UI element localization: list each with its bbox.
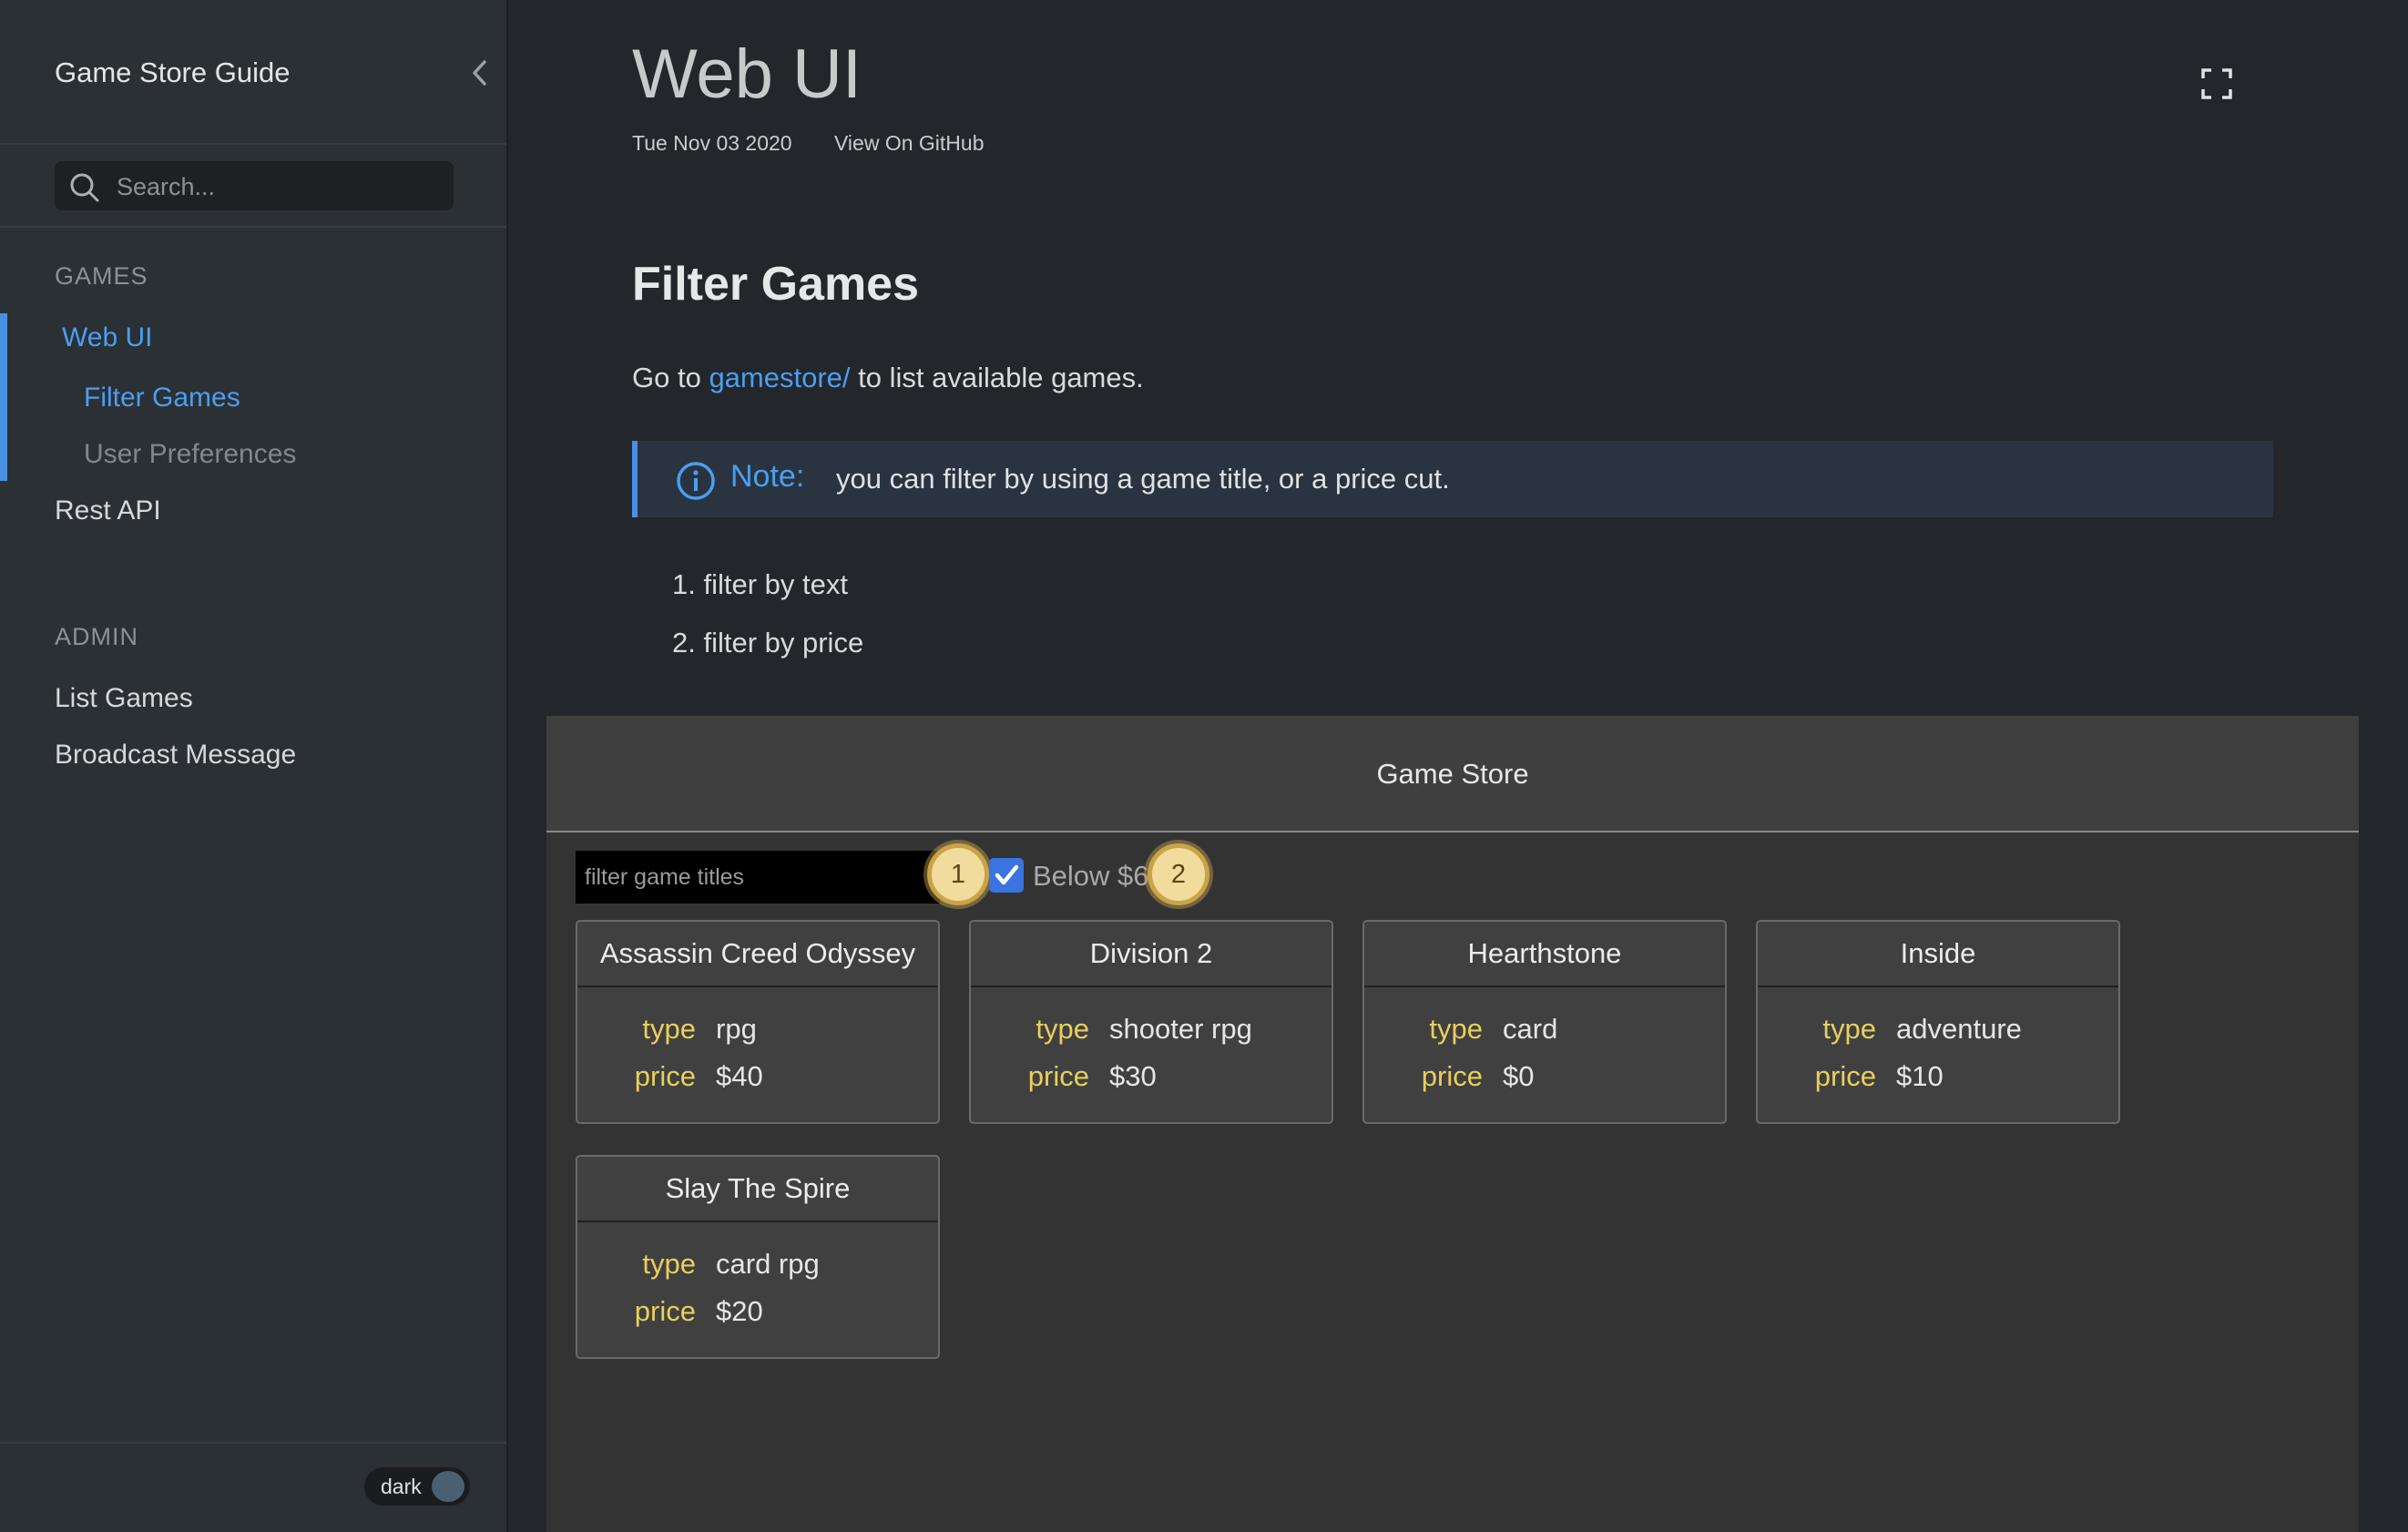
game-card[interactable]: Inside type adventure price $10 xyxy=(1756,920,2120,1124)
type-key: type xyxy=(642,1013,696,1045)
game-price: $20 xyxy=(716,1295,763,1327)
search-box xyxy=(55,161,454,212)
note-label: Note: xyxy=(730,459,805,494)
search-icon xyxy=(70,173,99,202)
game-title: Inside xyxy=(1758,922,2118,987)
game-price: $0 xyxy=(1503,1060,1535,1092)
sidebar-item-user-preferences[interactable]: User Preferences xyxy=(84,439,296,470)
price-key: price xyxy=(1421,1060,1483,1092)
filter-titles-input[interactable] xyxy=(576,851,940,904)
sidebar-item-filter-games[interactable]: Filter Games xyxy=(84,383,240,414)
app-title: Game Store xyxy=(1376,758,1529,790)
gamestore-link[interactable]: gamestore/ xyxy=(709,362,850,393)
list-item: 2. filter by price xyxy=(672,627,864,659)
sidebar-item-list-games[interactable]: List Games xyxy=(55,683,193,714)
game-card[interactable]: Hearthstone type card price $0 xyxy=(1362,920,1727,1124)
para-suffix: to list available games. xyxy=(850,362,1144,393)
type-key: type xyxy=(1036,1013,1089,1045)
price-key: price xyxy=(1027,1060,1089,1092)
section-heading: Filter Games xyxy=(632,258,920,311)
game-card[interactable]: Slay The Spire type card rpg price $20 xyxy=(576,1155,940,1359)
price-key: price xyxy=(634,1060,696,1092)
game-store-app: Game Store 1 Below $6 2 Assassin Creed O… xyxy=(546,716,2359,1532)
site-title[interactable]: Game Store Guide xyxy=(55,56,290,89)
game-type: adventure xyxy=(1896,1013,2022,1045)
sidebar-search-area xyxy=(0,145,506,228)
sidebar-item-web-ui[interactable]: Web UI xyxy=(62,322,152,353)
theme-toggle[interactable]: dark xyxy=(364,1467,470,1506)
game-price: $30 xyxy=(1109,1060,1157,1092)
sidebar-item-broadcast-message[interactable]: Broadcast Message xyxy=(55,740,296,771)
game-type: shooter rpg xyxy=(1109,1013,1252,1045)
intro-paragraph: Go to gamestore/ to list available games… xyxy=(632,362,1144,394)
checkmark-icon xyxy=(995,864,1019,885)
para-prefix: Go to xyxy=(632,362,709,393)
theme-toggle-label: dark xyxy=(381,1475,422,1498)
game-card[interactable]: Assassin Creed Odyssey type rpg price $4… xyxy=(576,920,940,1124)
type-key: type xyxy=(1822,1013,1876,1045)
type-key: type xyxy=(1429,1013,1483,1045)
game-title: Slay The Spire xyxy=(577,1157,938,1222)
note-text: you can filter by using a game title, or… xyxy=(836,463,1450,495)
game-price: $40 xyxy=(716,1060,763,1092)
toggle-knob xyxy=(432,1471,464,1502)
note-callout: Note: you can filter by using a game tit… xyxy=(632,441,2273,517)
sidebar-header: Game Store Guide xyxy=(0,0,506,145)
sidebar-footer: dark xyxy=(0,1442,506,1532)
step-badge-2: 2 xyxy=(1148,843,1209,905)
game-title: Assassin Creed Odyssey xyxy=(577,922,938,987)
below-price-label: Below $6 xyxy=(1033,860,1149,892)
active-section-indicator xyxy=(0,313,7,481)
page-date: Tue Nov 03 2020 xyxy=(632,131,792,155)
price-key: price xyxy=(1814,1060,1876,1092)
sidebar: Game Store Guide GAMES Web UI Filter Gam… xyxy=(0,0,508,1532)
fullscreen-icon[interactable] xyxy=(2200,67,2233,100)
game-type: rpg xyxy=(716,1013,757,1045)
game-price: $10 xyxy=(1896,1060,1944,1092)
game-title: Hearthstone xyxy=(1364,922,1725,987)
section-label-games: GAMES xyxy=(55,262,148,290)
step-badge-1: 1 xyxy=(927,843,989,905)
page-title: Web UI xyxy=(632,36,862,113)
game-title: Division 2 xyxy=(971,922,1332,987)
section-label-admin: ADMIN xyxy=(55,623,138,650)
sidebar-item-rest-api[interactable]: Rest API xyxy=(55,495,161,526)
github-link[interactable]: View On GitHub xyxy=(834,131,984,156)
info-icon xyxy=(677,462,715,500)
price-key: price xyxy=(634,1295,696,1327)
game-card[interactable]: Division 2 type shooter rpg price $30 xyxy=(969,920,1333,1124)
chevron-left-icon[interactable] xyxy=(466,56,494,89)
game-type: card rpg xyxy=(716,1248,820,1280)
app-header: Game Store xyxy=(546,716,2359,832)
game-type: card xyxy=(1503,1013,1558,1045)
type-key: type xyxy=(642,1248,696,1280)
list-item: 1. filter by text xyxy=(672,568,848,600)
search-input[interactable] xyxy=(115,161,446,212)
below-price-checkbox[interactable] xyxy=(989,858,1024,893)
